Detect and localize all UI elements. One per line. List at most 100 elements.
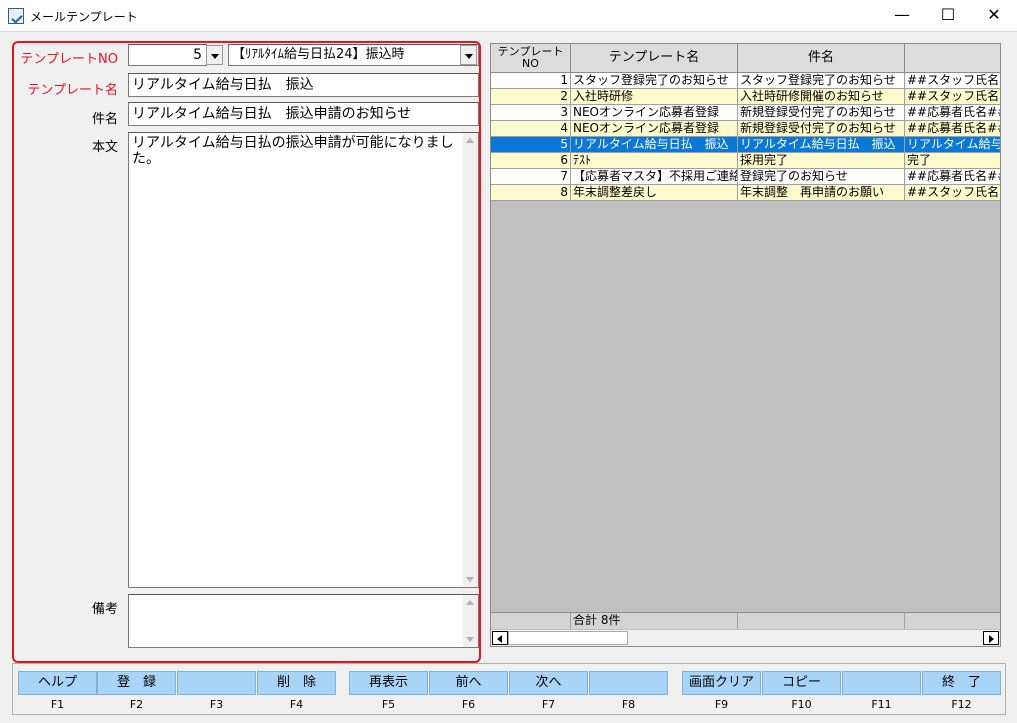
cell-subject[interactable]: 新規登録受付完了のお知らせ (738, 121, 905, 137)
remarks-scrollbar[interactable] (463, 595, 478, 647)
function-button-f9[interactable]: 画面クリア (682, 671, 761, 695)
footer-cell-no (491, 612, 571, 629)
function-key-label: F10 (791, 698, 812, 711)
maximize-button[interactable]: ☐ (925, 0, 971, 32)
cell-body[interactable]: 完了 (905, 153, 1000, 169)
function-key-label: F11 (871, 698, 892, 711)
cell-name[interactable]: 入社時研修 (571, 89, 738, 105)
total-count: 合計 8件 (571, 612, 738, 629)
scroll-up-icon[interactable] (466, 600, 474, 605)
function-button-f2[interactable]: 登 録 (97, 671, 176, 695)
function-button-f4[interactable]: 削 除 (257, 671, 336, 695)
scroll-thumb[interactable] (508, 631, 628, 645)
cell-body[interactable]: ##スタッフ氏名## (905, 185, 1000, 201)
cell-name[interactable]: NEOオンライン応募者登録 (571, 121, 738, 137)
template-select-dropdown-button[interactable] (460, 45, 477, 65)
cell-subject[interactable]: 登録完了のお知らせ (738, 169, 905, 185)
cell-subject[interactable]: 入社時研修開催のお知らせ (738, 89, 905, 105)
function-button-f5[interactable]: 再表示 (349, 671, 428, 695)
cell-name[interactable]: スタッフ登録完了のお知らせ (571, 73, 738, 89)
function-button-f12[interactable]: 終 了 (922, 671, 1001, 695)
cell-no[interactable]: 5 (491, 137, 571, 153)
cell-body[interactable]: ##応募者氏名## (905, 169, 1000, 185)
body-textarea[interactable]: リアルタイム給与日払の振込申請が可能になりました。 (128, 132, 479, 588)
template-grid[interactable]: テンプレートNO テンプレート名 件名 1 スタッフ登録完了のお知らせ スタッフ登録… (490, 43, 1001, 647)
scroll-down-icon[interactable] (466, 577, 474, 582)
cell-body[interactable]: ##スタッフ氏名## (905, 73, 1000, 89)
table-row[interactable]: 7 【応募者マスタ】不採用ご連絡 登録完了のお知らせ ##応募者氏名## (491, 169, 1000, 185)
function-button-f7[interactable]: 次へ (509, 671, 588, 695)
function-key-label: F1 (50, 698, 65, 711)
function-key-label: F6 (461, 698, 476, 711)
cell-name[interactable]: NEOオンライン応募者登録 (571, 105, 738, 121)
title-bar: メールテンプレート — ☐ ✕ (0, 0, 1017, 32)
scroll-right-button[interactable] (983, 631, 999, 645)
cell-subject[interactable]: 新規登録受付完了のお知らせ (738, 105, 905, 121)
app-icon (8, 8, 24, 24)
chevron-left-icon (497, 635, 502, 643)
close-icon: ✕ (987, 5, 1001, 24)
cell-name[interactable]: 【応募者マスタ】不採用ご連絡 (571, 169, 738, 185)
function-key-label: F12 (951, 698, 972, 711)
function-button-f1[interactable]: ヘルプ (18, 671, 97, 695)
template-name-field[interactable]: リアルタイム給与日払 振込 (128, 73, 479, 97)
template-select[interactable]: 【ﾘｱﾙﾀｲﾑ給与日払24】振込時 (228, 44, 479, 66)
function-button-f10[interactable]: コピー (762, 671, 841, 695)
function-key-label: F5 (381, 698, 396, 711)
footer-cell-body (905, 612, 1000, 629)
function-key-label: F3 (209, 698, 224, 711)
template-no-label: テンプレートNO (20, 52, 118, 67)
column-header-name[interactable]: テンプレート名 (571, 44, 738, 73)
table-row-selected[interactable]: 5リアルタイム給与日払 振込リアルタイム給与日払 振込リアルタイム給与日払 (491, 137, 1000, 153)
scroll-down-icon[interactable] (466, 637, 474, 642)
column-header-no[interactable]: テンプレートNO (491, 44, 571, 73)
body-label: 本文 (91, 140, 118, 155)
cell-no[interactable]: 3 (491, 105, 571, 121)
cell-no[interactable]: 7 (491, 169, 571, 185)
column-header-body[interactable] (905, 44, 1000, 73)
remarks-label: 備考 (91, 602, 118, 617)
cell-body[interactable]: ##応募者氏名## (905, 121, 1000, 137)
column-header-subject[interactable]: 件名 (738, 44, 905, 73)
cell-subject[interactable]: リアルタイム給与日払 振込 (738, 137, 905, 153)
grid-horizontal-scrollbar[interactable] (491, 629, 1000, 646)
remarks-textarea[interactable] (128, 594, 479, 648)
cell-name[interactable]: ﾃｽﾄ (571, 153, 738, 169)
table-row[interactable]: 6 ﾃｽﾄ 採用完了 完了 (491, 153, 1000, 169)
table-row[interactable]: 8年末調整差戻し年末調整 再申請のお願い##スタッフ氏名## (491, 185, 1000, 201)
cell-body[interactable]: ##応募者氏名## (905, 105, 1000, 121)
template-no-dropdown-button[interactable] (206, 45, 223, 65)
cell-subject[interactable]: 採用完了 (738, 153, 905, 169)
table-row[interactable]: 3 NEOオンライン応募者登録 新規登録受付完了のお知らせ ##応募者氏名## (491, 105, 1000, 121)
close-button[interactable]: ✕ (971, 0, 1017, 32)
cell-name[interactable]: リアルタイム給与日払 振込 (571, 137, 738, 153)
cell-body[interactable]: リアルタイム給与日払 (905, 137, 1000, 153)
body-scrollbar[interactable] (463, 133, 478, 587)
cell-body[interactable]: ##スタッフ氏名## (905, 89, 1000, 105)
table-row[interactable]: 1スタッフ登録完了のお知らせスタッフ登録完了のお知らせ##スタッフ氏名## (491, 73, 1000, 89)
scroll-left-button[interactable] (492, 631, 508, 645)
table-row[interactable]: 4 NEOオンライン応募者登録 新規登録受付完了のお知らせ ##応募者氏名## (491, 121, 1000, 137)
function-button-f8[interactable] (589, 671, 668, 695)
chevron-right-icon (989, 635, 994, 643)
table-row[interactable]: 2入社時研修入社時研修開催のお知らせ##スタッフ氏名## (491, 89, 1000, 105)
footer-cell-subject (738, 612, 905, 629)
minimize-button[interactable]: — (879, 0, 925, 32)
cell-no[interactable]: 8 (491, 185, 571, 201)
cell-no[interactable]: 1 (491, 73, 571, 89)
cell-no[interactable]: 6 (491, 153, 571, 169)
cell-name[interactable]: 年末調整差戻し (571, 185, 738, 201)
cell-subject[interactable]: 年末調整 再申請のお願い (738, 185, 905, 201)
function-button-f6[interactable]: 前へ (429, 671, 508, 695)
function-button-f11[interactable] (842, 671, 921, 695)
function-key-label: F8 (621, 698, 636, 711)
cell-subject[interactable]: スタッフ登録完了のお知らせ (738, 73, 905, 89)
function-key-label: F9 (714, 698, 729, 711)
cell-no[interactable]: 4 (491, 121, 571, 137)
template-no-field[interactable]: 5 (128, 44, 207, 66)
function-button-f3[interactable] (177, 671, 256, 695)
cell-no[interactable]: 2 (491, 89, 571, 105)
function-key-label: F2 (129, 698, 144, 711)
scroll-up-icon[interactable] (466, 138, 474, 143)
subject-field[interactable]: リアルタイム給与日払 振込申請のお知らせ (128, 102, 479, 126)
